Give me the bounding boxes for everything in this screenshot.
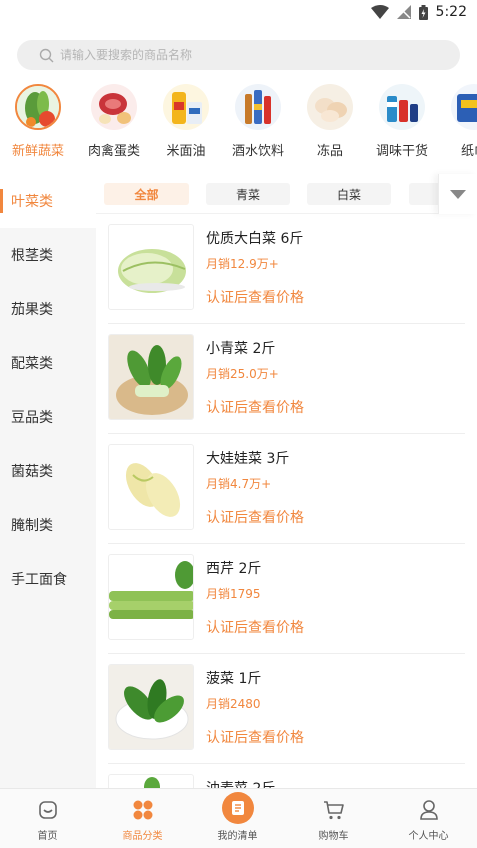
product-price-link[interactable]: 认证后查看价格: [206, 727, 304, 747]
product-name: 油麦菜 2斤: [206, 778, 275, 788]
product-name: 小青菜 2斤: [206, 341, 276, 357]
category-grid-icon: [133, 800, 152, 820]
category-seasoning[interactable]: 调味干货: [372, 84, 432, 159]
product-item[interactable]: 西芹 2斤 月销1795 认证后查看价格: [96, 544, 477, 654]
no-signal-icon: [396, 5, 411, 19]
meat-eggs-icon: [91, 84, 137, 130]
battery-icon: [418, 4, 428, 20]
side-item-pickled[interactable]: 腌制类: [0, 498, 96, 552]
category-label: 酒水饮料: [231, 144, 284, 159]
category-label: 调味干货: [375, 144, 428, 159]
category-meat-eggs[interactable]: 肉禽蛋类: [84, 84, 144, 159]
tissue-icon: [451, 84, 477, 130]
expand-subtabs-button[interactable]: [438, 174, 477, 214]
category-fresh-vegetables[interactable]: 新鲜蔬菜: [8, 84, 68, 159]
bok-choy-image[interactable]: [108, 334, 194, 420]
product-sales: 月销12.9万+: [206, 257, 279, 271]
wifi-icon: [370, 5, 389, 19]
search-bar[interactable]: [17, 40, 460, 70]
product-price-link[interactable]: 认证后查看价格: [206, 287, 304, 307]
tab-cart[interactable]: 购物车: [286, 789, 381, 848]
search-input[interactable]: [60, 48, 420, 62]
category-drinks[interactable]: 酒水饮料: [228, 84, 288, 159]
category-strip[interactable]: 新鲜蔬菜 肉禽蛋类 米面油 酒水饮料 冻品 调味干货 纸巾: [0, 84, 477, 166]
tab-label: 个人中心: [408, 831, 449, 842]
product-name: 菠菜 1斤: [206, 671, 262, 687]
tab-label: 我的清单: [217, 831, 258, 842]
seasoning-icon: [379, 84, 425, 130]
search-icon: [39, 48, 54, 62]
tab-profile[interactable]: 个人中心: [381, 789, 476, 848]
product-item[interactable]: 小青菜 2斤 月销25.0万+ 认证后查看价格: [96, 324, 477, 434]
tab-label: 首页: [37, 831, 58, 842]
category-label: 冻品: [316, 144, 343, 159]
subtab-cabbage[interactable]: 白菜: [307, 183, 391, 205]
side-item-bean[interactable]: 豆品类: [0, 390, 96, 444]
product-sales: 月销25.0万+: [206, 367, 279, 381]
side-item-garnish[interactable]: 配菜类: [0, 336, 96, 390]
product-sales: 月销4.7万+: [206, 477, 272, 491]
side-item-root[interactable]: 根茎类: [0, 228, 96, 282]
product-name: 西芹 2斤: [206, 561, 262, 577]
product-price-link[interactable]: 认证后查看价格: [206, 397, 304, 417]
frozen-icon: [307, 84, 353, 130]
status-time: 5:22: [435, 4, 467, 20]
subcategory-tabs[interactable]: 全部 青菜 白菜 菜: [96, 174, 477, 214]
product-name: 大娃娃菜 3斤: [206, 451, 290, 467]
list-icon: [221, 792, 254, 824]
product-price-link[interactable]: 认证后查看价格: [206, 507, 304, 527]
category-rice-oil[interactable]: 米面油: [156, 84, 216, 159]
tab-home[interactable]: 首页: [0, 789, 95, 848]
tab-label: 商品分类: [122, 831, 163, 842]
product-item[interactable]: 菠菜 1斤 月销2480 认证后查看价格: [96, 654, 477, 764]
vegetables-icon: [15, 84, 61, 130]
lettuce-image[interactable]: [108, 774, 194, 788]
product-item[interactable]: 优质大白菜 6斤 月销12.9万+ 认证后查看价格: [96, 214, 477, 324]
product-name: 优质大白菜 6斤: [206, 231, 304, 247]
product-sales: 月销1795: [206, 587, 261, 601]
category-tissue[interactable]: 纸巾: [444, 84, 477, 159]
baby-cabbage-image[interactable]: [108, 444, 194, 530]
product-price-link[interactable]: 认证后查看价格: [206, 617, 304, 637]
category-label: 新鲜蔬菜: [11, 144, 64, 159]
home-icon: [38, 801, 57, 819]
tab-category[interactable]: 商品分类: [95, 789, 190, 848]
product-list[interactable]: 优质大白菜 6斤 月销12.9万+ 认证后查看价格 小青菜 2斤 月销25.0万…: [96, 214, 477, 788]
category-frozen[interactable]: 冻品: [300, 84, 360, 159]
bottom-tab-bar[interactable]: 首页 商品分类 我的清单 购物车 个人中心: [0, 788, 477, 848]
side-item-leafy[interactable]: 叶菜类: [0, 174, 96, 228]
celery-image[interactable]: [108, 554, 194, 640]
tab-label: 购物车: [318, 831, 349, 842]
tab-my-list[interactable]: 我的清单: [190, 789, 285, 848]
side-item-solanaceous[interactable]: 茄果类: [0, 282, 96, 336]
chevron-down-icon: [450, 189, 466, 199]
napa-cabbage-image[interactable]: [108, 224, 194, 310]
side-item-mushroom[interactable]: 菌菇类: [0, 444, 96, 498]
drinks-icon: [235, 84, 281, 130]
category-label: 米面油: [166, 144, 206, 159]
cart-icon: [323, 801, 344, 820]
profile-icon: [419, 800, 438, 820]
subtab-greens[interactable]: 青菜: [206, 183, 290, 205]
spinach-image[interactable]: [108, 664, 194, 750]
product-item[interactable]: 油麦菜 2斤: [96, 764, 477, 788]
subtab-all[interactable]: 全部: [104, 183, 189, 205]
side-item-handmade-noodles[interactable]: 手工面食: [0, 552, 96, 606]
category-label: 肉禽蛋类: [87, 144, 140, 159]
status-bar: 5:22: [0, 0, 477, 28]
category-label: 纸巾: [460, 144, 477, 159]
product-item[interactable]: 大娃娃菜 3斤 月销4.7万+ 认证后查看价格: [96, 434, 477, 544]
product-sales: 月销2480: [206, 697, 261, 711]
side-category-nav[interactable]: 叶菜类 根茎类 茄果类 配菜类 豆品类 菌菇类 腌制类 手工面食: [0, 174, 96, 788]
rice-oil-icon: [163, 84, 209, 130]
